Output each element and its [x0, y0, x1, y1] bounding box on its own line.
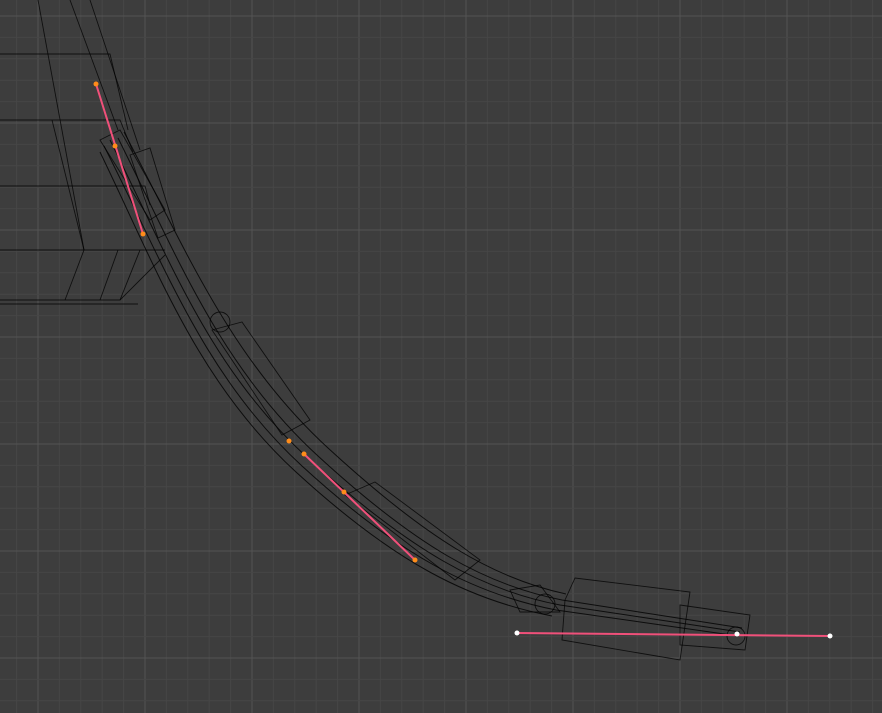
bone-shapes[interactable] — [99, 129, 751, 661]
control-point-selected — [412, 557, 418, 563]
control-point-selected — [286, 438, 292, 444]
handle-line-3 — [516, 632, 831, 637]
bone-6 — [561, 577, 691, 661]
control-point-selected — [301, 451, 307, 457]
bone-1 — [99, 129, 166, 221]
control-point-unselected — [827, 633, 833, 639]
control-point-unselected — [514, 630, 520, 636]
armature-wire[interactable] — [99, 131, 743, 637]
bone-joint-1 — [209, 311, 231, 333]
viewport-canvas[interactable] — [0, 0, 882, 713]
bone-2 — [129, 147, 176, 239]
control-point-selected — [93, 81, 99, 87]
mesh-object[interactable] — [0, 0, 166, 305]
3d-viewport[interactable] — [0, 0, 882, 713]
control-point-unselected — [734, 631, 740, 637]
control-point-selected — [140, 231, 146, 237]
control-point-selected — [112, 143, 118, 149]
viewport-grid — [0, 0, 882, 713]
control-point-selected — [341, 489, 347, 495]
